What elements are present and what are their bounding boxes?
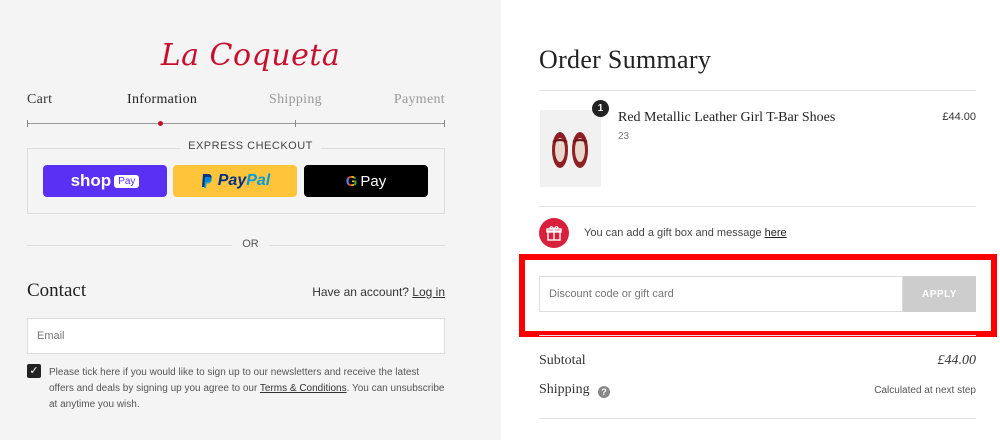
contact-heading: Contact [27, 280, 87, 301]
paypal-icon [201, 174, 212, 188]
checkout-form-panel: La Coqueta Cart Information Shipping Pay… [0, 0, 501, 440]
apply-discount-button[interactable]: APPLY [903, 276, 976, 312]
progress-tick [295, 120, 296, 127]
red-shoes-image [540, 110, 601, 187]
gift-message-prompt: You can add a gift box and message here [584, 227, 787, 239]
progress-tick [444, 120, 445, 127]
breadcrumb: Cart Information Shipping Payment [27, 92, 445, 112]
have-account-text: Have an account? [312, 285, 409, 299]
google-pay-button[interactable]: G Pay [304, 165, 428, 197]
newsletter-checkbox[interactable]: ✓ [27, 364, 41, 378]
newsletter-consent-text: Please tick here if you would like to si… [49, 365, 445, 413]
shipping-value: Calculated at next step [874, 385, 976, 396]
product-name: Red Metallic Leather Girl T-Bar Shoes [618, 110, 836, 125]
paypal-button[interactable]: Pay Pal [173, 165, 297, 197]
item-quantity-badge: 1 [592, 100, 609, 117]
order-summary-title: Order Summary [539, 45, 712, 74]
gift-icon [539, 218, 569, 248]
email-field[interactable] [27, 318, 445, 354]
breadcrumb-step-information: Information [127, 92, 198, 107]
google-pay-label: Pay [360, 172, 387, 190]
breadcrumb-step-shipping: Shipping [269, 92, 322, 107]
or-label: OR [232, 238, 269, 250]
have-account-prompt: Have an account? Log in [312, 285, 445, 299]
shop-pay-logo: shop [70, 171, 112, 190]
paypal-logo-part2: Pal [246, 172, 271, 189]
summary-divider [539, 335, 976, 336]
progress-tick [27, 120, 28, 127]
summary-divider [539, 90, 976, 91]
help-icon[interactable]: ? [598, 386, 610, 398]
product-price: £44.00 [942, 111, 976, 123]
breadcrumb-step-payment: Payment [393, 92, 445, 107]
express-checkout-label: EXPRESS CHECKOUT [180, 140, 321, 152]
subtotal-value: £44.00 [937, 353, 977, 368]
shipping-label: Shipping [539, 382, 590, 397]
login-link[interactable]: Log in [412, 285, 445, 299]
shop-pay-tag: Pay [114, 174, 140, 188]
shop-pay-button[interactable]: shop Pay [43, 165, 167, 197]
gift-here-link[interactable]: here [765, 227, 787, 239]
summary-divider [539, 418, 976, 419]
discount-code-input[interactable] [539, 276, 903, 312]
breadcrumb-step-cart[interactable]: Cart [27, 92, 52, 108]
order-summary-panel: Order Summary 1 Red Metallic Leather Gir… [501, 0, 1000, 440]
google-g-icon: G [345, 172, 358, 190]
summary-divider [539, 206, 976, 207]
product-variant: 23 [618, 131, 630, 142]
brand-logo[interactable]: La Coqueta [0, 38, 501, 73]
gift-text: You can add a gift box and message [584, 227, 765, 239]
subtotal-label: Subtotal [539, 353, 586, 368]
progress-track [27, 123, 445, 124]
terms-link[interactable]: Terms & Conditions [260, 383, 347, 394]
paypal-logo-part1: Pay [217, 172, 247, 189]
progress-current-dot [158, 121, 163, 126]
